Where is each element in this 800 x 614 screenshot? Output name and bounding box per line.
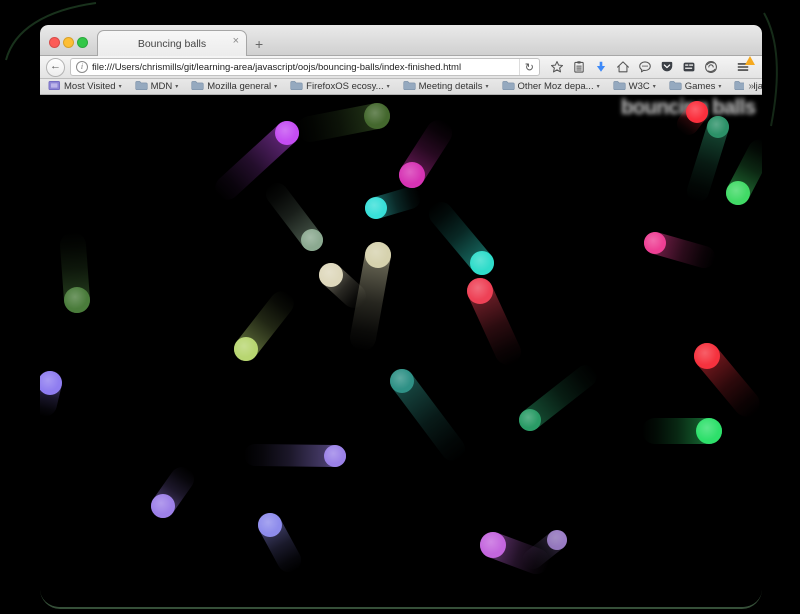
ball-dark-olive <box>364 103 390 129</box>
reading-list-icon[interactable] <box>571 60 586 75</box>
pocket-icon[interactable] <box>659 60 674 75</box>
bookmark-folder-other-moz-depa[interactable]: Other Moz depa...▾ <box>502 80 600 94</box>
ball-cream <box>319 263 343 287</box>
bookmark-folder-firefoxos-ecosy[interactable]: FirefoxOS ecosy... ▾ <box>290 80 389 94</box>
reload-button[interactable]: ↻ <box>519 59 539 75</box>
home-icon[interactable] <box>615 60 630 75</box>
bookmark-label: W3C <box>629 81 650 92</box>
warning-badge-icon <box>745 56 755 65</box>
url-bar[interactable]: i file:///Users/chrismills/git/learning-… <box>70 58 540 76</box>
ball-forest-green <box>64 287 90 313</box>
bookmark-folder-w3c[interactable]: W3C▾ <box>613 80 656 94</box>
ball-orchid <box>480 532 506 558</box>
most-visited-icon <box>48 80 61 94</box>
chevron-down-icon: ▾ <box>486 83 489 90</box>
browser-window: Bouncing balls × + ← i file:///Users/chr… <box>40 25 762 609</box>
ball-bright-green <box>726 181 750 205</box>
folder-icon <box>191 80 204 94</box>
ball-spring-green <box>696 418 722 444</box>
back-button[interactable]: ← <box>46 58 65 77</box>
ball-sage <box>301 229 323 251</box>
bookmarks-overflow-chevron[interactable]: » <box>744 81 754 92</box>
ball-crimson <box>467 278 493 304</box>
download-icon[interactable] <box>593 60 608 75</box>
title-bar: Bouncing balls × + <box>40 25 762 56</box>
chevron-down-icon: ▾ <box>175 83 178 90</box>
bookmark-folder-most-visited[interactable]: Most Visited▾ <box>48 80 122 94</box>
ball-cyan-small <box>365 197 387 219</box>
menu-icon[interactable] <box>735 60 750 75</box>
chevron-down-icon: ▾ <box>274 83 277 90</box>
folder-icon <box>613 80 626 94</box>
tab-title: Bouncing balls <box>138 38 206 50</box>
bookmark-label: Meeting details <box>419 81 483 92</box>
bookmark-label: Other Moz depa... <box>518 81 594 92</box>
bookmarks-toolbar: Most Visited▾MDN▾Mozilla general▾Firefox… <box>40 79 762 95</box>
ball-deep-pink <box>644 232 666 254</box>
ball-teal-top <box>707 116 729 138</box>
ball-teal-mid <box>390 369 414 393</box>
bookmark-label: Games <box>685 81 716 92</box>
folder-icon <box>403 80 416 94</box>
bookmark-label: Most Visited <box>64 81 116 92</box>
addon-icon[interactable] <box>703 60 718 75</box>
youtube-icon[interactable] <box>681 60 696 75</box>
ball-heading-red <box>686 101 708 123</box>
bookmark-folder-meeting-details[interactable]: Meeting details▾ <box>403 80 489 94</box>
toolbar-icons <box>549 60 750 75</box>
minimize-window-button[interactable] <box>63 37 74 48</box>
ball-magenta <box>399 162 425 188</box>
ball-violet <box>275 121 299 145</box>
ball-sea-green <box>519 409 541 431</box>
new-tab-button[interactable]: + <box>255 37 263 51</box>
bookmark-folder-games[interactable]: Games▾ <box>669 80 722 94</box>
page-info-icon[interactable]: i <box>76 61 88 73</box>
zoom-window-button[interactable] <box>77 37 88 48</box>
bookmark-label: FirefoxOS ecosy... <box>306 81 383 92</box>
hello-bubble-icon[interactable] <box>637 60 652 75</box>
tab-bouncing-balls[interactable]: Bouncing balls × <box>97 30 247 56</box>
ball-purple-streak <box>324 445 346 467</box>
chevron-down-icon: ▾ <box>387 83 390 90</box>
bookmark-star-icon[interactable] <box>549 60 564 75</box>
close-window-button[interactable] <box>49 37 60 48</box>
ball-layer <box>40 95 762 607</box>
bookmark-folder-mozilla-general[interactable]: Mozilla general▾ <box>191 80 277 94</box>
tab-close-icon[interactable]: × <box>233 36 239 47</box>
ball-periwinkle-mid <box>258 513 282 537</box>
navigation-toolbar: ← i file:///Users/chrismills/git/learnin… <box>40 56 762 79</box>
bookmark-folder-mdn[interactable]: MDN▾ <box>135 80 179 94</box>
ball-yellow-green <box>234 337 258 361</box>
folder-icon <box>135 80 148 94</box>
ball-orchid-ghost <box>547 530 567 550</box>
folder-icon <box>502 80 515 94</box>
ball-red <box>694 343 720 369</box>
chevron-down-icon: ▾ <box>718 83 721 90</box>
folder-icon <box>290 80 303 94</box>
folder-icon <box>669 80 682 94</box>
bookmark-label: MDN <box>151 81 173 92</box>
chevron-down-icon: ▾ <box>597 83 600 90</box>
ball-khaki <box>365 242 391 268</box>
page-content: bouncing balls <box>40 95 762 607</box>
chevron-down-icon: ▾ <box>119 83 122 90</box>
ball-turquoise <box>470 251 494 275</box>
url-text: file:///Users/chrismills/git/learning-ar… <box>92 62 519 73</box>
ball-purple-low <box>151 494 175 518</box>
chevron-down-icon: ▾ <box>653 83 656 90</box>
bookmark-label: Mozilla general <box>207 81 271 92</box>
